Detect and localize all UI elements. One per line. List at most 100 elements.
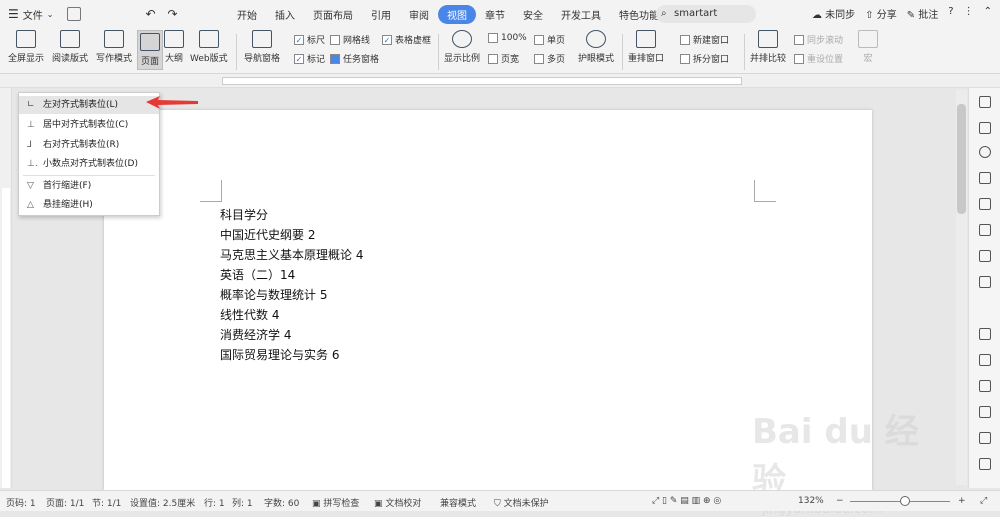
page-view-button[interactable]: 页面: [137, 30, 163, 70]
markup-checkbox[interactable]: ✓ 标记: [294, 52, 325, 65]
baidu-watermark: Bai du 经验 jingyan.baidu.com: [752, 404, 952, 517]
menu-item-right-tab[interactable]: ⅃ 右对齐式制表位(R): [19, 136, 159, 154]
tab-home[interactable]: 开始: [228, 5, 266, 24]
status-bar: 页码: 1 页面: 1/1 节: 1/1 设置值: 2.5厘米 行: 1 列: …: [0, 490, 1000, 511]
zoom-button[interactable]: 显示比例: [444, 30, 480, 64]
shapes-icon[interactable]: [979, 172, 991, 184]
table-dashed-checkbox[interactable]: ✓ 表格虚框: [382, 33, 431, 46]
zoom-slider-handle[interactable]: [900, 496, 910, 506]
tab-references[interactable]: 引用: [362, 5, 400, 24]
zoom-100-button[interactable]: 100%: [488, 33, 527, 43]
split-window-button[interactable]: 拆分窗口: [680, 52, 729, 65]
comment-button[interactable]: ✎ 批注: [907, 6, 939, 21]
doc-line[interactable]: 科目学分: [220, 206, 268, 223]
page-width-button[interactable]: 页宽: [488, 52, 519, 65]
reset-position-button[interactable]: 重设位置: [794, 52, 843, 65]
macro-button[interactable]: 宏: [858, 30, 878, 64]
doc-line[interactable]: 马克思主义基本原理概论 4: [220, 246, 363, 263]
help-icon[interactable]: ?: [948, 6, 953, 21]
eye-mode-button[interactable]: 护眼模式: [578, 30, 614, 64]
menu-item-center-tab[interactable]: ⊥ 居中对齐式制表位(C): [19, 116, 159, 134]
side-by-side-button[interactable]: 并排比较: [750, 30, 786, 64]
tab-view[interactable]: 视图: [438, 5, 476, 24]
doc-check-button[interactable]: ▣ 文档校对: [374, 496, 421, 509]
doc-check-icon: ▣: [374, 499, 383, 509]
new-window-button[interactable]: 新建窗口: [680, 33, 729, 46]
fullscreen-toggle-icon[interactable]: ⤢: [980, 496, 987, 506]
adjust-icon[interactable]: [979, 198, 991, 210]
doc-line[interactable]: 中国近代史纲要 2: [220, 226, 315, 243]
image-icon[interactable]: [979, 250, 991, 262]
tab-layout[interactable]: 页面布局: [304, 5, 362, 24]
doc-line[interactable]: 消费经济学 4: [220, 326, 291, 343]
outline-button[interactable]: 大纲: [164, 30, 184, 64]
gridlines-checkbox[interactable]: 网格线: [330, 33, 370, 46]
pen-icon: [104, 30, 124, 48]
save-icon[interactable]: [67, 7, 82, 21]
compare-icon: [758, 30, 778, 48]
tab-developer[interactable]: 开发工具: [552, 5, 610, 24]
translate-icon[interactable]: [979, 354, 991, 366]
status-word-count[interactable]: 字数: 60: [264, 496, 299, 509]
search-box[interactable]: ⌕ smartart: [656, 5, 756, 23]
decimal-tab-icon: ⊥.: [27, 159, 38, 169]
collapse-icon[interactable]: ⌃: [984, 6, 992, 21]
redo-icon[interactable]: ↷: [168, 7, 178, 21]
rearrange-window-button[interactable]: 重排窗口: [628, 30, 664, 64]
zoom-out-icon[interactable]: −: [836, 496, 844, 506]
scrollbar-thumb[interactable]: [957, 104, 966, 214]
tab-review[interactable]: 审阅: [400, 5, 438, 24]
spell-check-button[interactable]: ▣ 拼写检查: [312, 496, 359, 509]
table-icon[interactable]: [979, 224, 991, 236]
ruler-checkbox[interactable]: ✓ 标尺: [294, 33, 325, 46]
doc-line[interactable]: 概率论与数理统计 5: [220, 286, 327, 303]
web-layout-button[interactable]: Web版式: [190, 30, 228, 64]
chart-icon[interactable]: [979, 276, 991, 288]
share-button[interactable]: ⇧ 分享: [865, 6, 897, 21]
task-pane-checkbox[interactable]: 任务窗格: [330, 52, 379, 65]
tab-stop-context-menu: ∟ 左对齐式制表位(L) ⊥ 居中对齐式制表位(C) ⅃ 右对齐式制表位(R) ⊥. 小…: [18, 92, 160, 216]
tab-chapter[interactable]: 章节: [476, 5, 514, 24]
menu-item-decimal-tab[interactable]: ⊥. 小数点对齐式制表位(D): [19, 155, 159, 173]
view-mode-icons[interactable]: ⤢ ▯ ✎ ▤ ▥ ⊕ ◎: [652, 496, 721, 506]
fullscreen-button[interactable]: 全屏显示: [8, 30, 44, 64]
nav-pane-button[interactable]: 导航窗格: [244, 30, 280, 64]
document-icon[interactable]: [979, 328, 991, 340]
doc-line[interactable]: 国际贸易理论与实务 6: [220, 346, 339, 363]
undo-icon[interactable]: ↶: [145, 7, 155, 21]
status-pages: 页面: 1/1: [46, 499, 85, 509]
hamburger-icon[interactable]: ☰: [8, 7, 19, 21]
hanging-indent-icon: △: [27, 200, 34, 210]
spell-check-icon: ▣: [312, 499, 321, 509]
single-page-button[interactable]: 单页: [534, 33, 565, 46]
tab-security[interactable]: 安全: [514, 5, 552, 24]
more-icon[interactable]: ⋮: [964, 6, 974, 21]
doc-line[interactable]: 英语（二）14: [220, 266, 295, 283]
ruler-track: [2, 188, 10, 488]
location-icon[interactable]: [979, 146, 991, 158]
doc-line[interactable]: 线性代数 4: [220, 306, 279, 323]
menu-item-first-line-indent[interactable]: ▽ 首行缩进(F): [19, 177, 159, 195]
share-panel-icon[interactable]: [979, 380, 991, 392]
reading-layout-button[interactable]: 阅读版式: [52, 30, 88, 64]
phone-icon[interactable]: [979, 458, 991, 470]
zoom-in-icon[interactable]: +: [958, 496, 966, 506]
chevron-down-icon[interactable]: ⌄: [47, 10, 54, 19]
picture-icon[interactable]: [979, 432, 991, 444]
menu-item-left-tab[interactable]: ∟ 左对齐式制表位(L): [19, 96, 159, 114]
cursor-icon[interactable]: [979, 122, 991, 134]
status-setting[interactable]: 设置值: 2.5厘米: [130, 496, 195, 509]
multi-page-button[interactable]: 多页: [534, 52, 565, 65]
collapse-panel-icon[interactable]: [979, 96, 991, 108]
tab-insert[interactable]: 插入: [266, 5, 304, 24]
zoom-level[interactable]: 132%: [798, 496, 824, 506]
sync-scroll-button[interactable]: 同步滚动: [794, 33, 843, 46]
menu-item-hanging-indent[interactable]: △ 悬挂缩进(H): [19, 196, 159, 214]
file-menu[interactable]: 文件: [23, 7, 43, 22]
sync-status[interactable]: ☁ 未同步: [812, 6, 855, 21]
writing-mode-button[interactable]: 写作模式: [96, 30, 132, 64]
vertical-ruler[interactable]: [0, 88, 12, 488]
export-icon[interactable]: [979, 406, 991, 418]
horizontal-ruler[interactable]: [0, 74, 1000, 88]
protection-status[interactable]: ⛉ 文档未保护: [494, 496, 549, 509]
